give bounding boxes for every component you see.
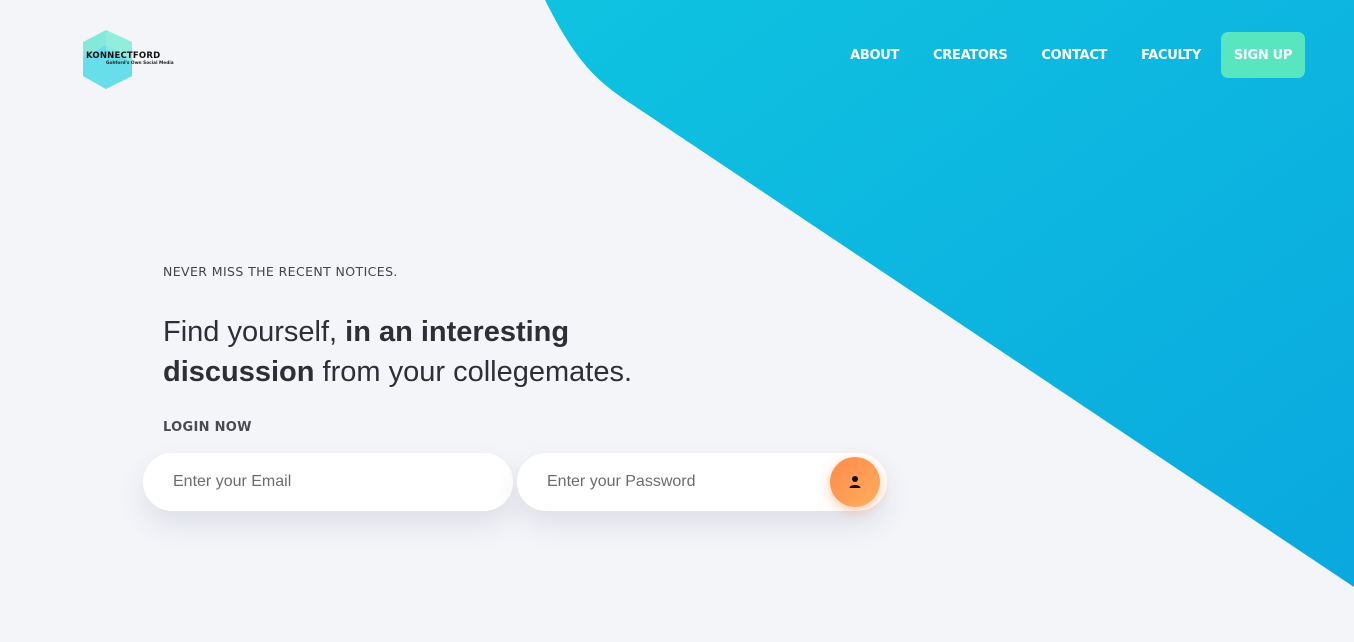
brand-logo[interactable]: KONNECTFORD Gohford's Own Social Media	[80, 28, 174, 92]
landing-page: KONNECTFORD Gohford's Own Social Media A…	[0, 0, 1354, 642]
brand-tagline: Gohford's Own Social Media	[106, 61, 174, 66]
headline-part-2: from your collegemates.	[314, 356, 633, 388]
top-nav: ABOUT CREATORS CONTACT FACULTY SIGN UP	[850, 32, 1305, 78]
nav-creators[interactable]: CREATORS	[933, 48, 1008, 63]
hero-headline: Find yourself, in an interesting discuss…	[163, 312, 723, 392]
hero-eyebrow: NEVER MISS THE RECENT NOTICES.	[163, 264, 398, 279]
password-field-container	[517, 453, 887, 511]
signup-button[interactable]: SIGN UP	[1221, 32, 1305, 78]
nav-contact[interactable]: CONTACT	[1041, 48, 1107, 63]
email-field-container	[143, 453, 513, 511]
nav-faculty[interactable]: FACULTY	[1141, 48, 1201, 63]
brand-name: KONNECTFORD	[86, 51, 161, 61]
user-icon	[849, 476, 861, 488]
nav-about[interactable]: ABOUT	[850, 48, 899, 63]
login-now-label: LOGIN NOW	[163, 420, 252, 435]
headline-part-1: Find yourself,	[163, 316, 346, 348]
login-submit-button[interactable]	[830, 457, 880, 507]
email-input[interactable]	[143, 453, 513, 511]
